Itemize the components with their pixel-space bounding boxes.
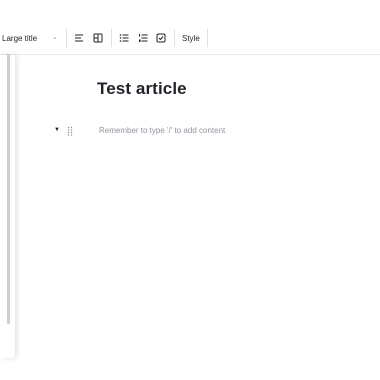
style-button[interactable]: Style — [182, 29, 200, 47]
drag-handle-icon[interactable] — [67, 126, 73, 136]
layout-button[interactable] — [90, 29, 106, 47]
chevron-down-icon: ⌄ — [52, 34, 58, 41]
style-label: Style — [182, 33, 200, 43]
toolbar-divider — [207, 29, 208, 47]
content-placeholder[interactable]: Remember to type '/' to add content — [99, 126, 225, 135]
checkbox-button[interactable] — [153, 29, 169, 47]
caret-down-icon[interactable]: ▼ — [54, 127, 60, 133]
layout-columns-icon — [93, 33, 103, 43]
toolbar-divider — [111, 29, 112, 47]
numbered-list-button[interactable] — [135, 29, 151, 47]
align-button[interactable] — [71, 29, 87, 47]
text-style-label: Large title — [2, 33, 38, 43]
bulleted-list-button[interactable] — [116, 29, 132, 47]
editor-toolbar: Large title ⌄ Style — [0, 0, 380, 55]
checkbox-icon — [156, 33, 166, 43]
scrollbar[interactable] — [7, 54, 10, 324]
text-style-select[interactable]: Large title ⌄ — [0, 29, 58, 47]
align-left-icon — [75, 34, 83, 42]
document-title[interactable]: Test article — [97, 79, 187, 99]
numbered-list-icon — [139, 34, 148, 42]
bulleted-list-icon — [119, 34, 129, 42]
toolbar-divider — [174, 29, 175, 47]
toolbar-divider — [66, 29, 67, 47]
